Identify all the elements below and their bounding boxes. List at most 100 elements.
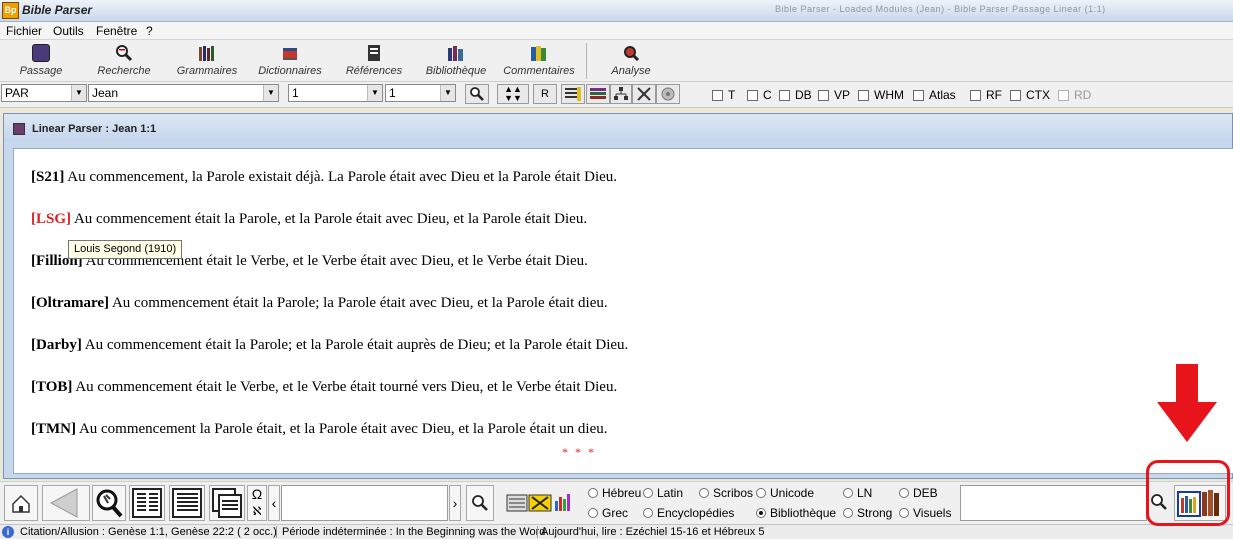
checkbox-ctx[interactable]: CTX [1010,88,1050,102]
library-search-input[interactable] [960,485,1147,521]
selector-row: PAR ▼ Jean ▼ 1 ▼ 1 ▼ ▲▲ ▼▼ R T C DB VP W… [0,82,1233,108]
menu-bar: Fichier Outils Fenêtre ? [0,22,1233,40]
home-icon [12,494,30,513]
omega-icon[interactable]: Ω [248,486,266,503]
checkbox-rd: RD [1058,88,1091,102]
book-select[interactable]: Jean ▼ [88,84,279,102]
radio-strong[interactable]: Strong [843,506,892,520]
search-verse-button[interactable] [465,84,489,104]
menu-fichier[interactable]: Fichier [6,24,42,38]
radio-ln[interactable]: LN [843,486,872,500]
verse-text: Au commencement, la Parole existait déjà… [67,169,618,185]
commentaries-icon [531,46,546,61]
chevron-right-icon: › [452,495,458,511]
prev-next-stepper[interactable]: ▲▲ ▼▼ [497,84,529,104]
chapter-select[interactable]: 1 ▼ [288,84,383,102]
linear-parser-window: Linear Parser : Jean 1:1 [S21] Au commen… [3,113,1233,479]
radio-bibliotheque[interactable]: Bibliothèque [756,506,836,520]
menu-help[interactable]: ? [146,24,153,38]
checkbox-c[interactable]: C [747,88,772,102]
prev-arrow-button[interactable]: ‹ [268,485,280,521]
verse-row: [TOB] Au commencement était le Verbe, et… [31,379,617,396]
tools-icon[interactable] [632,84,656,104]
chevron-left-icon: ‹ [271,495,277,511]
passage-button[interactable]: Passage [8,42,74,80]
radio-scribos[interactable]: Scribos [699,486,753,500]
chevron-down-icon[interactable]: ▼ [440,85,455,101]
radio-visuels[interactable]: Visuels [899,506,951,520]
books-icon [199,46,214,61]
recherche-button[interactable]: Recherche [90,42,158,80]
checkbox-rf[interactable]: RF [970,88,1002,102]
grammaires-button[interactable]: Grammaires [172,42,242,80]
windows-view-button[interactable] [209,485,245,521]
two-column-view-button[interactable] [129,485,165,521]
version-tag-darby[interactable]: [Darby] [31,337,82,353]
version-tag-tob[interactable]: [TOB] [31,379,72,395]
next-arrow-button[interactable]: › [449,485,461,521]
chevron-down-icon[interactable]: ▼ [367,85,382,101]
back-button[interactable] [42,485,90,521]
lookup-search-button[interactable] [466,485,494,521]
version-tag-s21[interactable]: [S21] [31,169,64,185]
verse-text: Au commencement la Parole était, et la P… [78,421,608,437]
checkbox-whm[interactable]: WHM [858,88,904,102]
search-icon [472,495,488,511]
back-arrow-icon [49,488,78,518]
title-bar: Bp Bible Parser Bible Parser - Loaded Mo… [0,0,1233,22]
books-stack-icon[interactable] [586,84,610,104]
tree-icon[interactable] [610,84,632,104]
special-chars-button[interactable]: Ω ℵ [247,485,267,521]
parser-window-icon[interactable] [13,123,25,135]
status-divider [537,526,538,538]
checkbox-atlas[interactable]: Atlas [913,88,956,102]
lookup-input[interactable] [281,485,448,521]
status-reading: Aujourd'hui, lire : Ezéchiel 15-16 et Hé… [541,526,765,538]
verse-row: [Oltramare] Au commencement était la Par… [31,295,608,312]
version-tag-oltramare[interactable]: [Oltramare] [31,295,109,311]
version-select[interactable]: PAR ▼ [1,84,87,102]
radio-hebreu[interactable]: Hébreu [588,486,641,500]
app-icon[interactable]: Bp [2,2,19,19]
dictionary-icon [283,48,297,60]
version-tag-lsg[interactable]: [LSG] [31,211,71,227]
dictionnaires-button[interactable]: Dictionnaires [252,42,328,80]
step-down-icon[interactable]: ▼▼ [498,94,528,103]
verse-select[interactable]: 1 ▼ [385,84,456,102]
audio-icon[interactable] [656,84,680,104]
magnifier-button[interactable] [92,485,126,521]
search-icon [470,87,484,101]
menu-outils[interactable]: Outils [53,24,84,38]
keyboard-chart-icons[interactable] [506,491,576,515]
verse-row: [Darby] Au commencement était la Parole;… [31,337,628,354]
analyse-button[interactable]: Analyse [602,42,660,80]
r-button[interactable]: R [533,84,557,104]
chevron-down-icon[interactable]: ▼ [71,85,86,101]
main-toolbar: Passage Recherche Grammaires Dictionnair… [0,40,1233,82]
checkbox-db[interactable]: DB [779,88,812,102]
version-tag-tmn[interactable]: [TMN] [31,421,76,437]
checkbox-t[interactable]: T [712,88,735,102]
checkbox-vp[interactable]: VP [818,88,850,102]
search-icon [116,45,133,62]
status-citation: Citation/Allusion : Genèse 1:1, Genèse 2… [20,526,277,538]
aleph-icon[interactable]: ℵ [248,503,266,520]
menu-fenetre[interactable]: Fenêtre [96,24,137,38]
home-button[interactable] [4,485,38,521]
commentaires-button[interactable]: Commentaires [498,42,580,80]
radio-unicode[interactable]: Unicode [756,486,814,500]
chevron-down-icon[interactable]: ▼ [263,85,278,101]
radio-encyclopedies[interactable]: Encyclopédies [643,506,734,520]
radio-deb[interactable]: DEB [899,486,938,500]
status-bar: i Citation/Allusion : Genèse 1:1, Genèse… [0,524,1233,539]
bibliotheque-button[interactable]: Bibliothèque [418,42,494,80]
references-button[interactable]: Références [340,42,408,80]
library-icon [448,46,463,61]
verse-text: Au commencement était le Verbe, et le Ve… [75,379,618,395]
radio-grec[interactable]: Grec [588,506,628,520]
radio-latin[interactable]: Latin [643,486,683,500]
references-icon [368,45,380,61]
parser-list-icon[interactable] [561,84,585,104]
single-column-view-button[interactable] [169,485,205,521]
book-icon [32,44,50,62]
